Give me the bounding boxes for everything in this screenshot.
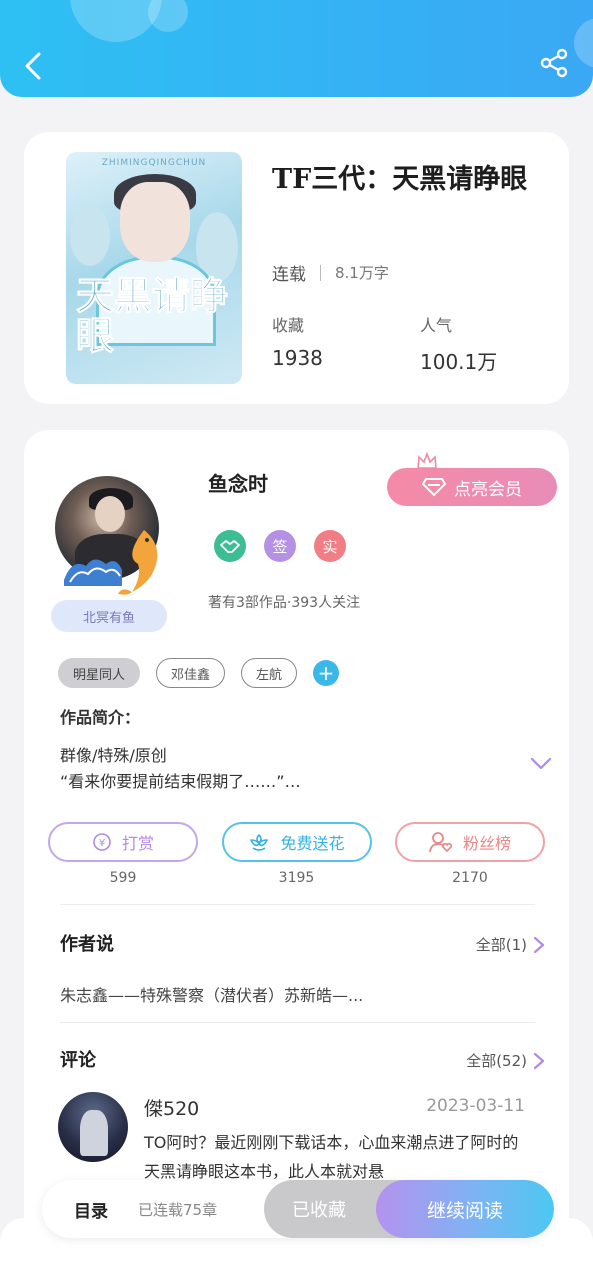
flower-action: 免费送花 3195 xyxy=(221,822,372,886)
tag-list: 明星同人 邓佳鑫 左航 + xyxy=(58,658,340,688)
author-card: 北冥有鱼 鱼念时 点亮会员 签 实 著有3部作品·393人关注 明星同人 邓佳鑫… xyxy=(24,430,569,1260)
reward-count: 599 xyxy=(109,870,137,886)
comments-more-link[interactable]: 全部(52) xyxy=(466,1050,545,1071)
tag-item[interactable]: 邓佳鑫 xyxy=(156,658,226,688)
comment-text[interactable]: TO阿时？最近刚刚下载话本，心血来潮点进了阿时的天黑请睁眼这本书，此人本就对悬 xyxy=(144,1128,534,1186)
book-status-row: 连载 8.1万字 xyxy=(272,260,389,285)
cover-top-text: ZHIMINGQINGCHUN xyxy=(101,158,207,168)
svg-text:¥: ¥ xyxy=(99,838,105,849)
comment-date: 2023-03-11 xyxy=(426,1096,525,1116)
vip-button-label: 点亮会员 xyxy=(454,479,522,500)
commenter-avatar[interactable] xyxy=(58,1092,128,1162)
cover-title: 天黑请睁眼 xyxy=(76,273,229,358)
word-count: 8.1万字 xyxy=(335,264,389,282)
reward-button[interactable]: ¥ 打赏 xyxy=(48,822,198,862)
action-row: ¥ 打赏 599 免费送花 3195 粉丝榜 2170 xyxy=(48,822,545,886)
chevron-right-icon xyxy=(533,936,545,953)
koi-fish-icon xyxy=(118,530,158,595)
collected-label: 已收藏 xyxy=(292,1200,346,1221)
collect-stat: 收藏 1938 xyxy=(272,312,323,370)
handshake-icon xyxy=(214,530,246,562)
header-bubble-decoration xyxy=(148,0,188,32)
plus-icon: + xyxy=(317,661,335,685)
fans-action: 粉丝榜 2170 xyxy=(395,822,545,886)
author-name[interactable]: 鱼念时 xyxy=(208,468,268,497)
comments-title: 评论 xyxy=(60,1050,96,1071)
author-meta: 著有3部作品·393人关注 xyxy=(208,595,361,611)
author-says-more-label: 全部(1) xyxy=(475,936,527,954)
divider xyxy=(320,264,321,281)
intro-summary: “看来你要提前结束假期了……”… xyxy=(60,772,301,791)
fans-ranking-button[interactable]: 粉丝榜 xyxy=(395,822,545,862)
intro-genre: 群像/特殊/原创 xyxy=(60,746,167,765)
header-bubble-decoration xyxy=(574,18,593,68)
author-says-title: 作者说 xyxy=(60,934,114,955)
share-button[interactable] xyxy=(539,48,571,80)
book-info-card: ZHIMINGQINGCHUN 天黑请睁眼 TF三代：天黑请睁眼 连载 8.1万… xyxy=(24,132,569,404)
top-header xyxy=(0,0,593,97)
avatar-figure xyxy=(80,1110,108,1156)
collect-value: 1938 xyxy=(272,346,323,370)
chevron-right-icon xyxy=(533,1052,545,1069)
flower-label: 免费送花 xyxy=(280,834,345,853)
fans-label: 粉丝榜 xyxy=(462,834,511,853)
back-button[interactable] xyxy=(18,48,48,84)
tag-item[interactable]: 明星同人 xyxy=(58,658,141,688)
author-badges: 签 实 xyxy=(214,530,346,562)
author-says-text[interactable]: 朱志鑫——特殊警察（潜伏者）苏新皓—... xyxy=(60,982,363,1006)
toc-button[interactable]: 目录 xyxy=(74,1180,108,1238)
cover-figure xyxy=(120,182,190,262)
fans-count: 2170 xyxy=(452,870,488,886)
section-divider xyxy=(60,904,535,905)
signed-badge: 签 xyxy=(264,530,296,562)
chapter-count: 已连载75章 xyxy=(138,1200,218,1219)
yen-coin-icon: ¥ xyxy=(93,833,111,851)
verified-badge: 实 xyxy=(314,530,346,562)
reward-action: ¥ 打赏 599 xyxy=(48,822,198,886)
serial-status: 连载 xyxy=(272,265,306,285)
cover-decoration xyxy=(70,206,110,266)
book-cover[interactable]: ZHIMINGQINGCHUN 天黑请睁眼 xyxy=(66,152,242,384)
chevron-left-icon xyxy=(25,52,41,80)
section-divider xyxy=(60,1022,535,1023)
book-title: TF三代：天黑请睁眼 xyxy=(272,164,528,195)
tag-item[interactable]: 左航 xyxy=(241,658,298,688)
expand-intro-button[interactable] xyxy=(530,756,552,775)
reward-label: 打赏 xyxy=(121,834,154,853)
continue-reading-button[interactable]: 继续阅读 xyxy=(376,1180,554,1238)
popularity-label: 人气 xyxy=(420,316,453,335)
nickname-badge: 北冥有鱼 xyxy=(51,600,167,632)
light-vip-button[interactable]: 点亮会员 xyxy=(387,468,557,506)
diamond-icon xyxy=(422,478,446,497)
share-icon xyxy=(540,48,568,78)
popularity-value: 100.1万 xyxy=(420,350,498,374)
collect-label: 收藏 xyxy=(272,316,305,335)
popularity-stat: 人气 100.1万 xyxy=(420,312,497,375)
user-heart-icon xyxy=(429,832,453,853)
add-tag-button[interactable]: + xyxy=(313,660,340,686)
flower-count: 3195 xyxy=(278,870,315,886)
commenter-name[interactable]: 傑520 xyxy=(144,1094,199,1121)
comments-more-label: 全部(52) xyxy=(466,1052,527,1070)
send-flower-button[interactable]: 免费送花 xyxy=(221,822,372,862)
chevron-down-icon xyxy=(530,757,552,770)
author-says-more-link[interactable]: 全部(1) xyxy=(476,934,545,955)
flower-icon xyxy=(250,834,269,851)
bottom-action-bar: 目录 已连载75章 已收藏 继续阅读 xyxy=(42,1180,554,1238)
intro-label: 作品简介： xyxy=(60,708,141,727)
